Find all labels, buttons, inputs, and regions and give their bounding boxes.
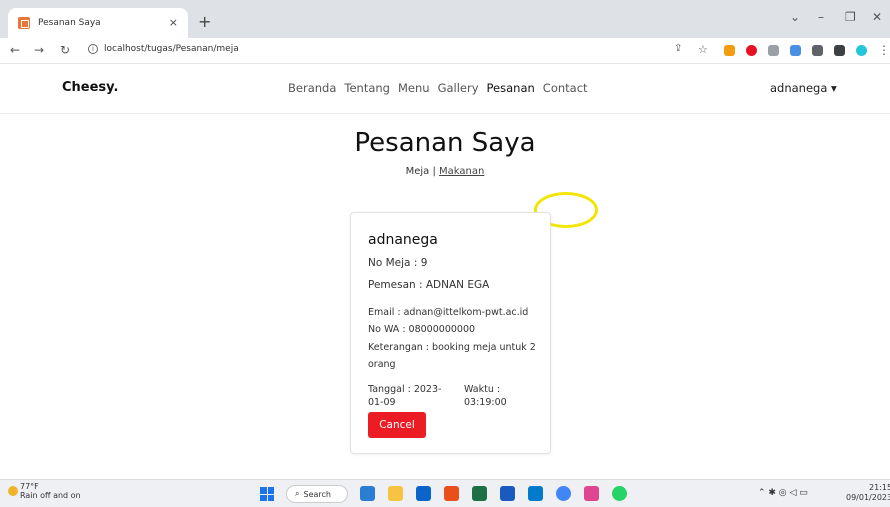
order-whatsapp: No WA : 08000000000 [368, 324, 476, 335]
side-panel-icon[interactable] [834, 45, 845, 56]
extensions-puzzle-icon[interactable] [812, 45, 823, 56]
metamask-extension-icon[interactable] [724, 45, 735, 56]
excel-icon[interactable] [472, 486, 487, 501]
order-time: Waktu : 03:19:00 [464, 384, 507, 408]
user-dropdown[interactable]: adnanega ▾ [770, 81, 837, 95]
xampp-icon[interactable] [584, 486, 599, 501]
site-header: Cheesy. Beranda Tentang Menu Gallery Pes… [0, 64, 890, 114]
order-username: adnanega [368, 232, 438, 248]
weather-icon[interactable] [8, 486, 18, 496]
subnav-meja[interactable]: Meja [406, 166, 430, 177]
tab-close-icon[interactable]: × [169, 16, 178, 29]
whatsapp-icon[interactable] [612, 486, 627, 501]
main-nav: Beranda Tentang Menu Gallery Pesanan Con… [288, 81, 588, 95]
minimize-icon[interactable]: – [818, 10, 824, 24]
weather-widget[interactable]: 77°F Rain off and on [20, 482, 81, 500]
nav-gallery[interactable]: Gallery [438, 81, 479, 95]
nav-contact[interactable]: Contact [543, 81, 588, 95]
tab-search-icon[interactable]: ⌄ [790, 10, 800, 24]
nav-beranda[interactable]: Beranda [288, 81, 336, 95]
brand-logo[interactable]: Cheesy. [62, 80, 118, 95]
order-customer-name: Pemesan : ADNAN EGA [368, 279, 490, 291]
close-window-icon[interactable]: ✕ [872, 10, 882, 24]
cancel-button[interactable]: Cancel [368, 412, 426, 438]
subnav-makanan-link[interactable]: Makanan [439, 166, 484, 177]
browser-tabbar: Pesanan Saya × + ⌄ – ❐ ✕ [0, 0, 890, 38]
vscode-icon[interactable] [528, 486, 543, 501]
url-text: localhost/tugas/Pesanan/meja [104, 44, 239, 54]
new-tab-button[interactable]: + [198, 12, 211, 31]
system-tray-icons[interactable]: ⌃ ✱ ◎ ◁ ▭ [758, 488, 808, 498]
nav-menu[interactable]: Menu [398, 81, 430, 95]
order-notes: Keterangan : booking meja untuk 2 orang [368, 342, 536, 370]
url-field[interactable]: i localhost/tugas/Pesanan/meja [88, 44, 239, 54]
start-windows-icon[interactable] [260, 487, 274, 501]
camera-extension-icon[interactable] [768, 45, 779, 56]
browser-menu-icon[interactable]: ⋮ [878, 43, 890, 57]
taskbar-search[interactable]: ⌕ Search [286, 485, 348, 503]
weather-desc: Rain off and on [20, 491, 81, 500]
site-favicon-icon [18, 17, 30, 29]
browser-tab[interactable]: Pesanan Saya × [8, 8, 188, 38]
profile-avatar-icon[interactable] [856, 45, 867, 56]
os-taskbar: 77°F Rain off and on ⌕ Search ⌃ ✱ ◎ ◁ ▭ … [0, 479, 890, 507]
address-bar: ← → ↻ i localhost/tugas/Pesanan/meja ⇪ ☆… [0, 38, 890, 64]
word-icon[interactable] [500, 486, 515, 501]
subnav-separator: | [429, 166, 440, 177]
restore-icon[interactable]: ❐ [845, 10, 856, 24]
order-email: Email : adnan@ittelkom-pwt.ac.id [368, 307, 529, 318]
page-title: Pesanan Saya [354, 128, 536, 158]
back-icon[interactable]: ← [10, 43, 20, 57]
clock-time: 21:15 [869, 483, 890, 492]
meet-app-icon[interactable] [360, 486, 375, 501]
weather-temp: 77°F [20, 482, 39, 491]
chat-app-icon[interactable] [416, 486, 431, 501]
order-table-number: No Meja : 9 [368, 257, 428, 269]
reload-icon[interactable]: ↻ [60, 43, 70, 57]
tab-title: Pesanan Saya [38, 18, 101, 28]
order-card: adnanega No Meja : 9 Pemesan : ADNAN EGA… [350, 212, 551, 454]
nav-pesanan[interactable]: Pesanan [487, 81, 535, 95]
chrome-icon[interactable] [556, 486, 571, 501]
order-subnav: Meja | Makanan [0, 166, 890, 177]
taskbar-clock[interactable]: 21:15 09/01/2023 [846, 483, 890, 503]
nav-tentang[interactable]: Tentang [344, 81, 390, 95]
order-date: Tanggal : 2023-01-09 [368, 384, 442, 408]
taskbar-search-label: Search [303, 489, 331, 499]
search-icon: ⌕ [295, 489, 300, 498]
opera-extension-icon[interactable] [746, 45, 757, 56]
doc-extension-icon[interactable] [790, 45, 801, 56]
bookmark-star-icon[interactable]: ☆ [698, 43, 708, 56]
share-icon[interactable]: ⇪ [674, 43, 682, 54]
forward-icon[interactable]: → [34, 43, 44, 57]
clock-date: 09/01/2023 [846, 493, 890, 502]
powerpoint-icon[interactable] [444, 486, 459, 501]
file-explorer-icon[interactable] [388, 486, 403, 501]
site-info-icon[interactable]: i [88, 44, 98, 54]
